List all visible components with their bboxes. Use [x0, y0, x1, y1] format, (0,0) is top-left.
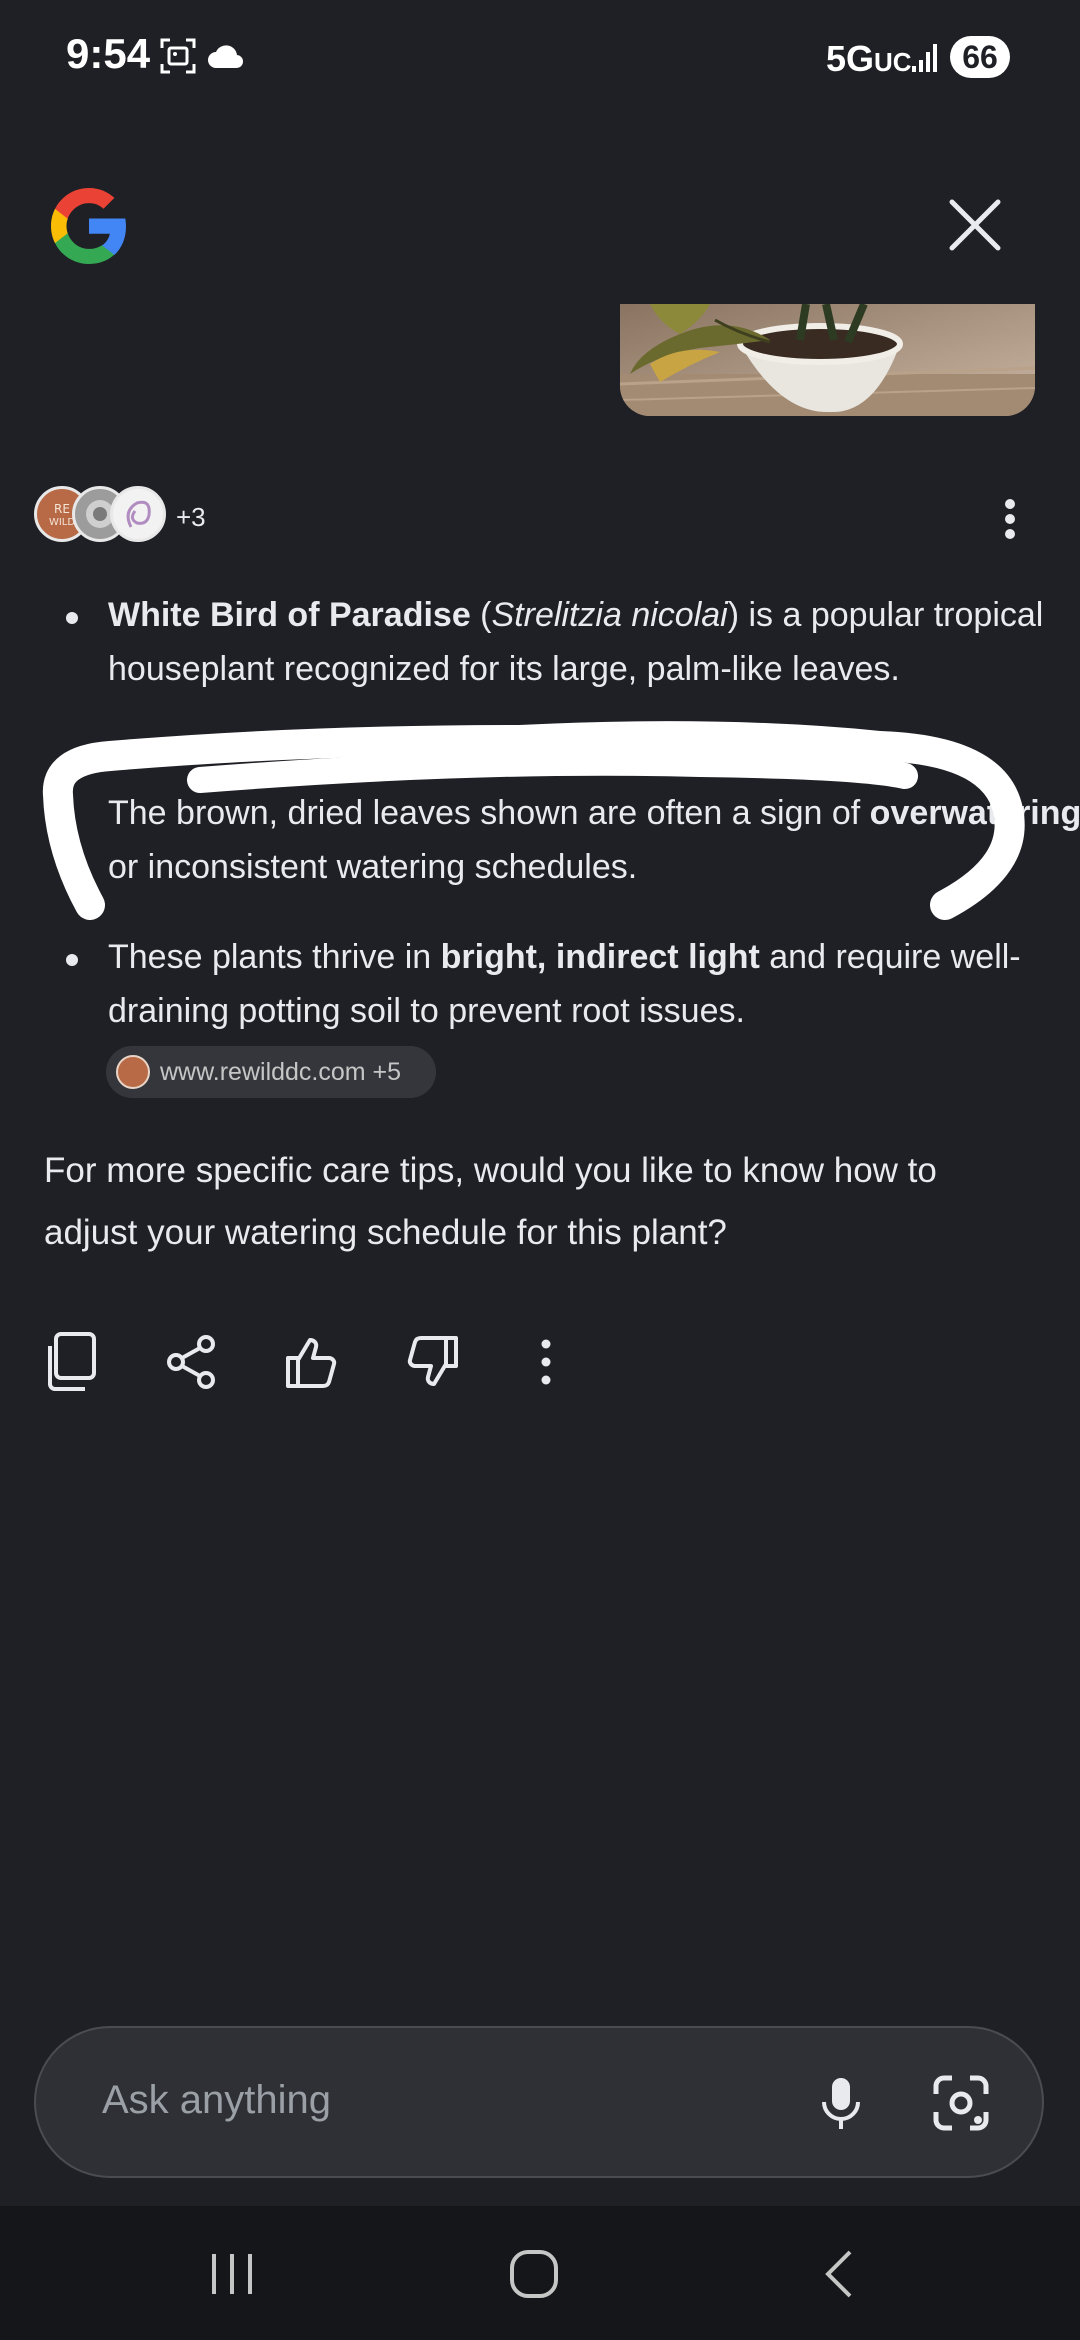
home-icon — [510, 2250, 558, 2298]
close-button[interactable] — [940, 190, 1010, 260]
source-avatar-3 — [110, 486, 166, 542]
close-icon — [949, 199, 1001, 251]
scientific-name: Strelitzia nicolai — [491, 596, 728, 634]
ask-bar[interactable]: Ask anything — [34, 2026, 1044, 2178]
status-time: 9:54 — [66, 30, 151, 77]
more-vert-icon — [1005, 499, 1015, 539]
response-actions — [40, 1330, 640, 1400]
share-button[interactable] — [160, 1330, 224, 1394]
text-fragment: or inconsistent watering schedules. — [108, 848, 638, 886]
bold-term: overwatering — [869, 794, 1080, 832]
plant-name: White Bird of Paradise — [108, 596, 471, 634]
recent-apps-button[interactable] — [200, 2242, 264, 2306]
answer-bullet-3: These plants thrive in bright, indirect … — [44, 930, 1080, 1038]
thumbs-down-icon — [407, 1336, 458, 1386]
copy-icon — [48, 1332, 96, 1391]
share-icon — [167, 1335, 215, 1389]
thumbs-up-icon — [286, 1338, 337, 1388]
camera-search-icon — [933, 2075, 989, 2131]
source-count: +3 — [176, 502, 206, 532]
back-button[interactable] — [810, 2242, 874, 2306]
answer-bullet-2: The brown, dried leaves shown are often … — [44, 786, 1080, 894]
followup-question: For more specific care tips, would you l… — [44, 1151, 937, 1252]
battery-indicator: 66 — [950, 36, 1010, 78]
source-chip[interactable]: www.rewilddc.com +5 — [106, 1046, 436, 1098]
answer-bullet-1: White Bird of Paradise (Strelitzia nicol… — [44, 588, 1080, 696]
cloud-icon — [206, 38, 246, 79]
bullet-dot — [66, 612, 78, 624]
bullet-dot — [66, 954, 78, 966]
voice-input-button[interactable] — [806, 2068, 876, 2138]
thumbs-up-button[interactable] — [280, 1330, 344, 1394]
network-indicator: 5GUC — [826, 38, 912, 79]
more-options-button[interactable] — [990, 494, 1030, 544]
rewild-favicon-icon — [116, 1055, 150, 1089]
text-fragment: These plants thrive in — [108, 938, 441, 976]
plant-photo[interactable] — [620, 304, 1035, 416]
home-button[interactable] — [502, 2242, 566, 2306]
screenshot-icon — [160, 38, 196, 79]
back-icon — [825, 2250, 852, 2298]
recent-apps-icon — [212, 2254, 252, 2294]
ask-input[interactable]: Ask anything — [102, 2078, 331, 2123]
lens-camera-button[interactable] — [926, 2068, 996, 2138]
google-logo-icon — [44, 180, 134, 270]
system-nav-bar — [0, 2206, 1080, 2340]
thumbs-down-button[interactable] — [400, 1330, 464, 1394]
bold-term: bright, indirect light — [440, 938, 760, 976]
svg-text:RE: RE — [54, 502, 70, 516]
microphone-icon — [822, 2078, 860, 2129]
more-actions-button[interactable] — [530, 1330, 594, 1394]
signal-icon — [910, 40, 940, 79]
text-fragment: The brown, dried leaves shown are often … — [108, 794, 870, 832]
screen: 9:54 5GUC 66 RE WILD +3 White Bird of Pa… — [0, 0, 1080, 2340]
status-bar: 9:54 5GUC 66 — [0, 0, 1080, 120]
more-vert-icon — [541, 1339, 551, 1385]
text-fragment: ( — [470, 596, 492, 634]
source-avatars[interactable]: RE WILD +3 — [34, 486, 234, 546]
copy-button[interactable] — [40, 1330, 104, 1394]
source-chip-label: www.rewilddc.com +5 — [160, 1058, 402, 1086]
